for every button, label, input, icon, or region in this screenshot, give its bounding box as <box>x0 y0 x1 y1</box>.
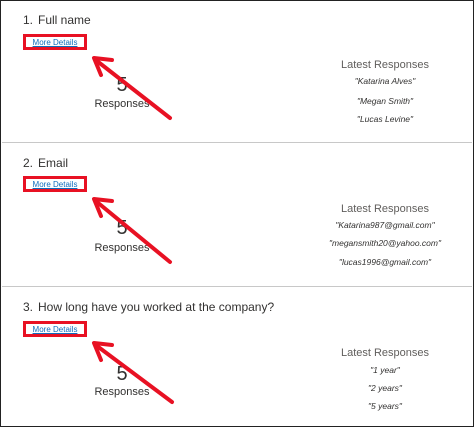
latest-response-item: "5 years" <box>368 401 402 411</box>
more-details-link[interactable]: More Details <box>33 38 78 47</box>
latest-response-item: "Katarina Alves" <box>354 76 416 86</box>
response-count-label: Responses <box>94 98 150 110</box>
more-details-link[interactable]: More Details <box>33 180 78 189</box>
latest-response-item: "Megan Smith" <box>356 96 414 106</box>
response-count: 5 <box>116 363 128 385</box>
latest-responses-title: Latest Responses <box>340 347 430 359</box>
latest-response-item: "lucas1996@gmail.com" <box>338 257 432 267</box>
forms-summary-panel: 1. Full name More Details 5 Responses Lat… <box>0 0 474 427</box>
section-divider <box>2 142 472 143</box>
highlight-box: More Details <box>23 34 87 50</box>
latest-response-item: "Lucas Levine" <box>356 114 414 124</box>
latest-response-item: "megansmith20@yahoo.com" <box>329 238 441 248</box>
highlight-box: More Details <box>23 176 87 192</box>
section-divider <box>2 286 472 287</box>
response-count: 5 <box>116 217 128 239</box>
question-title: 2. Email <box>23 156 69 170</box>
latest-responses-title: Latest Responses <box>340 59 430 71</box>
question-title: 1. Full name <box>23 13 91 27</box>
response-count-label: Responses <box>94 386 150 398</box>
question-title: 3. How long have you worked at the compan… <box>23 300 275 314</box>
latest-responses-title: Latest Responses <box>340 203 430 215</box>
latest-response-item: "1 year" <box>370 365 400 375</box>
highlight-box: More Details <box>23 321 87 337</box>
response-count: 5 <box>116 74 128 96</box>
latest-response-item: "2 years" <box>368 383 402 393</box>
latest-response-item: "Katarina987@gmail.com" <box>335 220 435 230</box>
response-count-label: Responses <box>94 242 150 254</box>
more-details-link[interactable]: More Details <box>33 325 78 334</box>
